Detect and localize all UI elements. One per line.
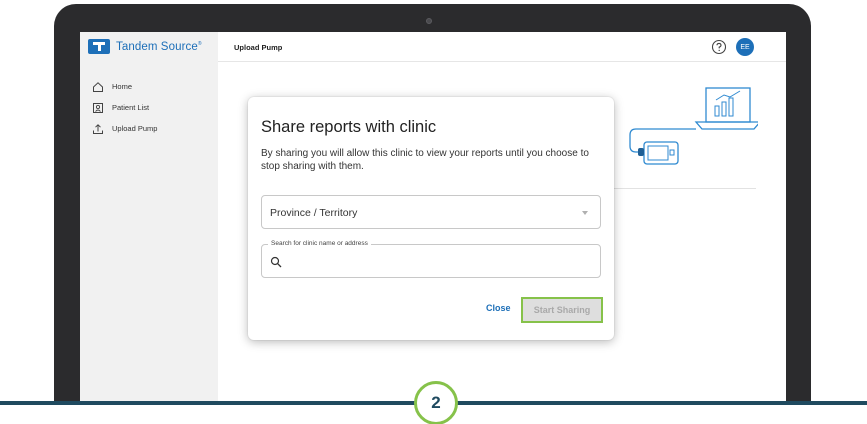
search-field-label: Search for clinic name or address bbox=[268, 240, 371, 247]
caret-down-icon bbox=[582, 211, 588, 215]
section-divider bbox=[608, 188, 756, 189]
modal-title: Share reports with clinic bbox=[261, 118, 437, 136]
step-number-badge: 2 bbox=[414, 381, 458, 424]
sidebar-nav: Home Patient List Upload Pump bbox=[92, 76, 157, 139]
close-button[interactable]: Close bbox=[486, 303, 511, 313]
patient-list-icon bbox=[92, 102, 104, 114]
avatar[interactable]: EE bbox=[736, 38, 754, 56]
province-territory-select[interactable]: Province / Territory bbox=[261, 195, 601, 229]
tandem-logo-icon bbox=[88, 39, 110, 54]
camera-icon bbox=[426, 18, 432, 24]
sidebar-item-label: Upload Pump bbox=[112, 124, 158, 133]
page-title: Upload Pump bbox=[234, 43, 283, 52]
upload-icon bbox=[92, 123, 104, 135]
top-bar: Upload Pump EE bbox=[218, 32, 786, 62]
home-icon bbox=[92, 81, 104, 93]
help-icon[interactable] bbox=[711, 39, 727, 55]
brand-name: Tandem Source® bbox=[116, 40, 202, 53]
sidebar-item-label: Patient List bbox=[112, 103, 150, 112]
sidebar-item-home[interactable]: Home bbox=[92, 76, 157, 97]
sidebar: Tandem Source® Home Patient List Upload … bbox=[80, 32, 218, 404]
search-icon bbox=[270, 256, 282, 268]
sidebar-item-patient-list[interactable]: Patient List bbox=[92, 97, 157, 118]
sidebar-item-upload-pump[interactable]: Upload Pump bbox=[92, 118, 157, 139]
sidebar-item-label: Home bbox=[112, 82, 133, 91]
brand-logo[interactable]: Tandem Source® bbox=[88, 39, 202, 54]
clinic-search-input[interactable] bbox=[288, 252, 588, 272]
modal-description: By sharing you will allow this clinic to… bbox=[261, 148, 589, 172]
share-reports-modal: Share reports with clinic By sharing you… bbox=[248, 97, 614, 340]
clinic-search-field[interactable]: Search for clinic name or address bbox=[261, 240, 601, 278]
select-value: Province / Territory bbox=[270, 207, 358, 219]
start-sharing-button[interactable]: Start Sharing bbox=[521, 297, 603, 323]
